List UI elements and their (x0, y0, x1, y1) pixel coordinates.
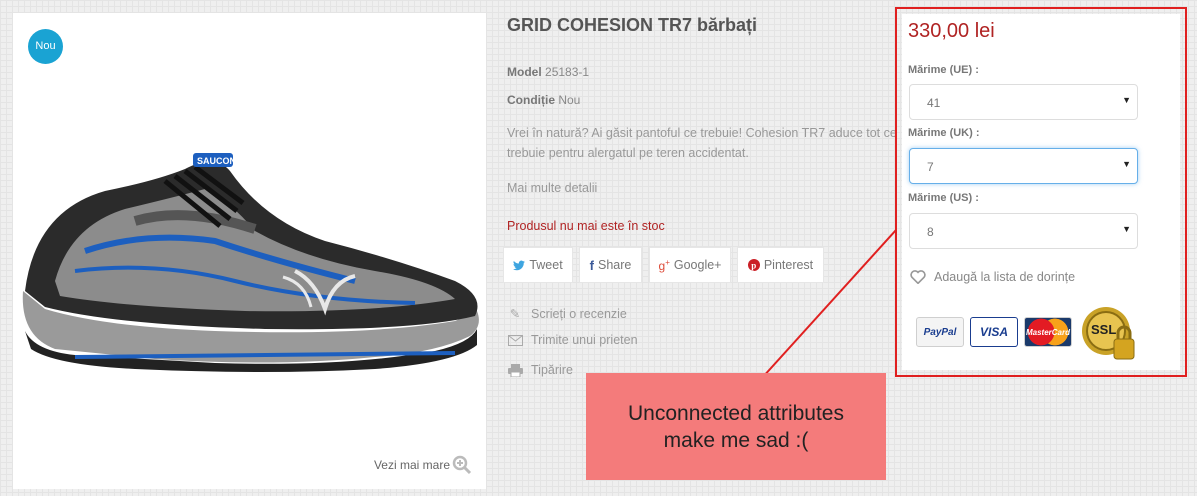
write-review-link[interactable]: ✎ Scrieți o recenzie (507, 306, 627, 322)
stock-status: Produsul nu mai este în stoc (507, 219, 665, 233)
facebook-icon: f (589, 257, 594, 273)
view-larger-link[interactable]: Vezi mai mare (374, 455, 472, 475)
size-us-value: 8 (927, 225, 934, 239)
paypal-logo: PayPal (916, 317, 964, 347)
size-us-label: Mărime (US) : (908, 192, 979, 204)
tweet-button[interactable]: Tweet (503, 247, 573, 283)
product-image-panel: Nou SAUCONY Vezi mai mare (13, 13, 486, 489)
size-eu-select[interactable]: 41 ▼ (909, 84, 1138, 120)
pinterest-icon: p (747, 259, 760, 271)
new-badge: Nou (28, 29, 63, 64)
print-label: Tipărire (531, 363, 573, 377)
chevron-down-icon: ▼ (1122, 95, 1131, 105)
zoom-icon (452, 455, 472, 475)
model-label: Model (507, 65, 542, 79)
description-line-1: Vrei în natură? Ai găsit pantoful ce tre… (507, 126, 897, 140)
share-label: Share (597, 258, 632, 272)
annotation-line-1: Unconnected attributes (628, 401, 844, 425)
pinterest-label: Pinterest (763, 258, 814, 272)
svg-text:p: p (751, 260, 756, 270)
shoe-logo-text: SAUCONY (197, 156, 242, 166)
size-uk-select[interactable]: 7 ▼ (909, 148, 1138, 184)
more-details-link[interactable]: Mai multe detalii (507, 181, 597, 195)
write-review-label: Scrieți o recenzie (531, 306, 627, 321)
pinterest-button[interactable]: p Pinterest (737, 247, 824, 283)
model-value: 25183-1 (545, 65, 590, 79)
product-image[interactable]: SAUCONY (15, 131, 485, 376)
size-eu-value: 41 (927, 96, 941, 110)
heart-icon (910, 270, 926, 284)
twitter-icon (513, 260, 526, 270)
pencil-icon: ✎ (509, 307, 521, 321)
condition-label: Condiție (507, 93, 555, 107)
wishlist-label: Adaugă la lista de dorințe (934, 270, 1076, 284)
chevron-down-icon: ▼ (1122, 224, 1131, 234)
product-condition: Condiție Nou (507, 93, 580, 107)
print-link[interactable]: Tipărire (507, 363, 573, 377)
printer-icon (507, 363, 523, 377)
product-model: Model 25183-1 (507, 65, 589, 79)
ssl-label: SSL (1091, 322, 1117, 337)
condition-value: Nou (558, 93, 581, 107)
payment-logos: PayPal VISA MasterCard SSL (916, 301, 1138, 363)
product-price: 330,00 lei (908, 20, 995, 42)
size-uk-value: 7 (927, 160, 934, 174)
size-us-select[interactable]: 8 ▼ (909, 213, 1138, 249)
envelope-icon (507, 334, 523, 346)
annotation-callout: Unconnected attributes make me sad :( (586, 373, 886, 480)
googleplus-button[interactable]: g+ Google+ (649, 247, 731, 283)
chevron-down-icon: ▼ (1122, 159, 1131, 169)
add-to-wishlist-link[interactable]: Adaugă la lista de dorințe (910, 270, 1075, 284)
facebook-share-button[interactable]: f Share (579, 247, 642, 283)
annotation-line-2: make me sad :( (663, 428, 809, 452)
size-eu-label: Mărime (UE) : (908, 64, 979, 76)
tweet-label: Tweet (529, 258, 563, 272)
mastercard-logo: MasterCard (1024, 317, 1072, 347)
size-uk-label: Mărime (UK) : (908, 127, 980, 139)
product-title: GRID COHESION TR7 bărbați (507, 15, 758, 35)
send-to-friend-label: Trimite unui prieten (531, 333, 638, 347)
visa-logo: VISA (970, 317, 1018, 347)
send-to-friend-link[interactable]: Trimite unui prieten (507, 333, 638, 347)
ssl-seal: SSL (1078, 305, 1138, 363)
product-description: Vrei în natură? Ai găsit pantoful ce tre… (507, 123, 897, 163)
description-line-2: trebuie pentru alergatul pe teren accide… (507, 146, 749, 160)
view-larger-label: Vezi mai mare (373, 458, 450, 472)
googleplus-label: Google+ (673, 258, 722, 272)
googleplus-icon: g+ (658, 257, 670, 273)
